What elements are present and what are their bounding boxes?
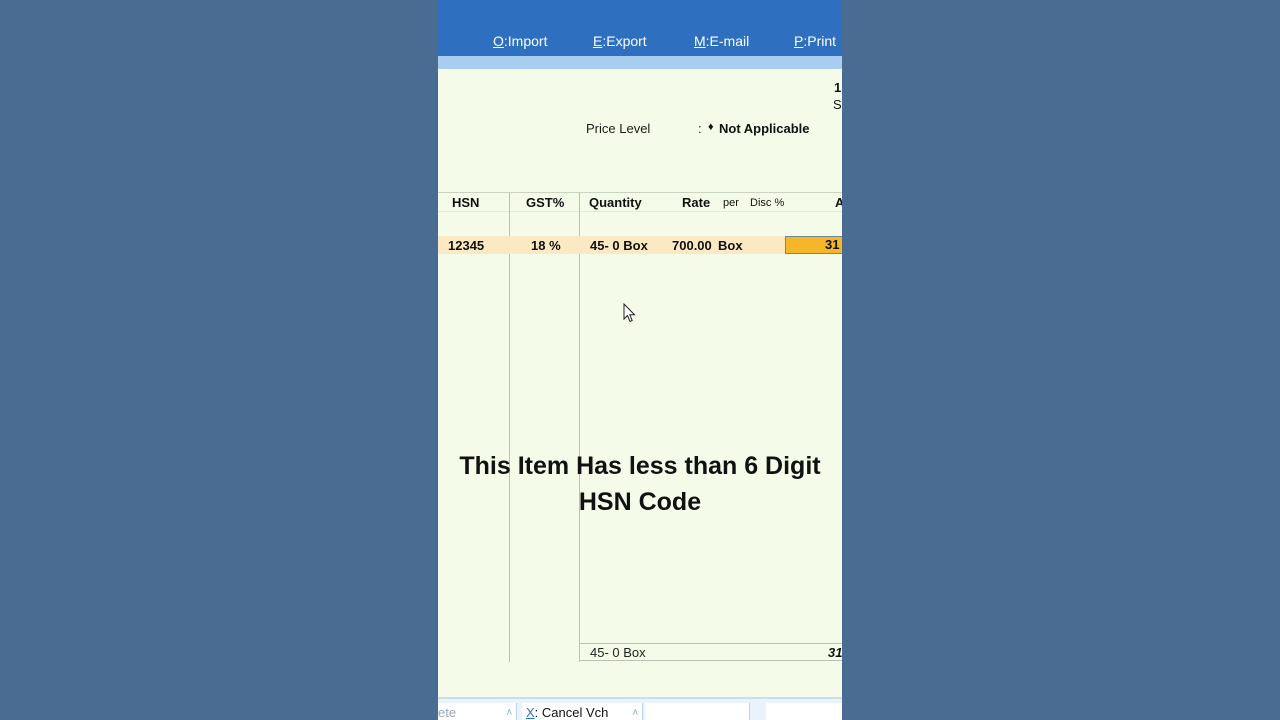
print-button[interactable]: P:Print: [794, 33, 836, 49]
overlay-caption-line1: This Item Has less than 6 Digit: [459, 452, 821, 480]
delete-button[interactable]: ete ∧: [438, 703, 517, 720]
empty-footer-button[interactable]: [645, 703, 750, 720]
total-bottom-divider: [579, 660, 842, 661]
email-button[interactable]: M:E-mail: [694, 33, 749, 49]
total-amount: 31: [828, 645, 842, 660]
column-divider-hsn: [509, 193, 510, 662]
row-hsn[interactable]: 12345: [448, 238, 484, 253]
table-top-divider: [438, 192, 842, 193]
export-shortcut: E: [593, 33, 603, 49]
diamond-icon: ♦: [708, 121, 714, 133]
column-header-disc: Disc %: [750, 197, 785, 209]
import-label: :Import: [503, 33, 548, 49]
column-header-rate: Rate: [682, 195, 711, 210]
chevron-icon: ∧: [631, 707, 639, 718]
delete-label: ete: [438, 705, 457, 720]
mouse-pointer-icon: [623, 303, 636, 323]
bottom-button-bar: ete ∧ X: Cancel Vch ∧: [438, 697, 842, 720]
column-header-gst: GST%: [526, 195, 565, 210]
price-level-value[interactable]: Not Applicable: [719, 121, 810, 136]
total-quantity: 45- 0 Box: [590, 645, 646, 660]
overlay-caption-line2: HSN Code: [578, 488, 702, 516]
cancel-voucher-button[interactable]: X: Cancel Vch ∧: [522, 703, 643, 720]
column-header-amount: A: [835, 195, 842, 210]
import-shortcut: O: [493, 33, 504, 49]
cancel-shortcut: X: [526, 705, 535, 720]
row-gst[interactable]: 18 %: [531, 238, 561, 253]
top-toolbar: O:Import E:Export M:E-mail P:Print: [438, 0, 842, 56]
email-shortcut: M: [694, 33, 706, 49]
print-shortcut: P: [794, 33, 804, 49]
empty-footer-button[interactable]: [766, 703, 842, 720]
cancel-label: : Cancel Vch: [534, 705, 609, 720]
import-button[interactable]: O:Import: [493, 33, 547, 49]
column-header-quantity: Quantity: [589, 195, 642, 210]
column-divider-gst: [579, 193, 580, 662]
row-rate[interactable]: 700.00: [672, 238, 712, 253]
overlay-caption: This Item Has less than 6 Digit HSN Code: [438, 448, 842, 520]
voucher-info-clipped: S: [833, 97, 842, 112]
column-header-hsn: HSN: [452, 195, 480, 210]
email-label: :E-mail: [705, 33, 750, 49]
row-amount-selected[interactable]: 31: [785, 236, 842, 254]
price-level-label: Price Level: [586, 121, 651, 136]
total-top-divider: [579, 643, 842, 644]
title-strip: [438, 56, 842, 69]
print-label: :Print: [803, 33, 837, 49]
chevron-icon: ∧: [505, 707, 513, 718]
row-quantity[interactable]: 45- 0 Box: [590, 238, 648, 253]
table-header-divider: [438, 211, 842, 212]
voucher-number-clipped: 1: [834, 80, 842, 95]
export-label: :Export: [602, 33, 647, 49]
price-level-separator: :: [698, 121, 702, 136]
column-header-per: per: [723, 197, 739, 209]
row-per[interactable]: Box: [718, 238, 743, 253]
tally-voucher-screen: O:Import E:Export M:E-mail P:Print 1 S P…: [438, 0, 842, 720]
export-button[interactable]: E:Export: [593, 33, 647, 49]
